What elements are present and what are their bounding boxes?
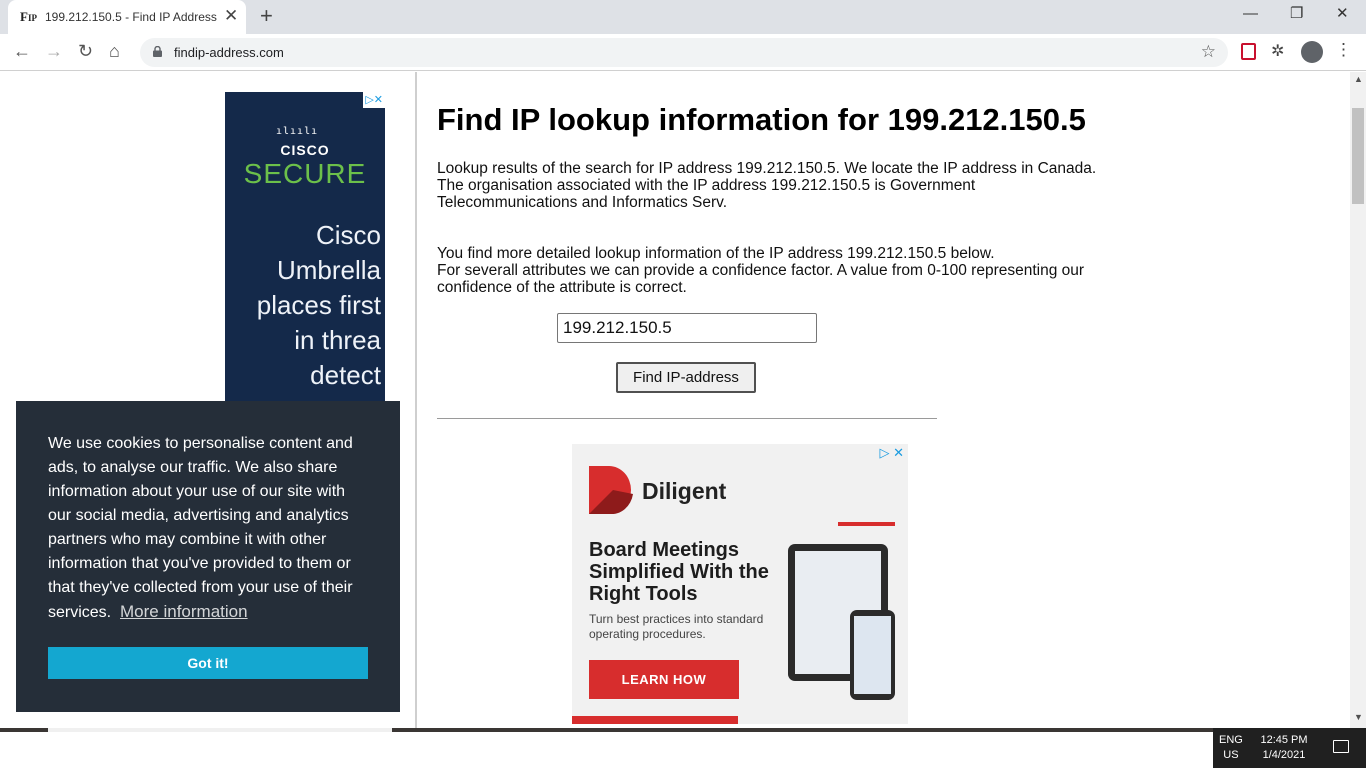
find-ip-button[interactable]: Find IP-address [616, 362, 756, 393]
horizontal-rule [437, 418, 937, 419]
input-language-indicator[interactable]: ENG US [1219, 733, 1243, 763]
cisco-ad-copy: Cisco Umbrella places first in threa det… [256, 220, 381, 390]
tab-close-icon[interactable]: ✕ [224, 7, 238, 25]
learn-how-button[interactable]: LEARN HOW [589, 660, 739, 699]
browser-menu-icon[interactable]: ⋮ [1335, 40, 1352, 60]
details-sentence: You find more detailed lookup informatio… [437, 245, 995, 262]
organisation-sentence: The organisation associated with the IP … [437, 177, 976, 211]
page-viewport: ▷✕ ılıılı CISCO SECURE Cisco Umbrella pl… [0, 72, 1350, 728]
site-favicon-icon: FIP [20, 9, 37, 24]
url-text[interactable]: findip-address.com [174, 45, 284, 60]
lookup-summary: Lookup results of the search for IP addr… [437, 160, 1117, 211]
diligent-brand: Diligent [642, 478, 727, 504]
ad-headline: Board Meetings Simplified With the Right… [589, 539, 769, 605]
browser-tab[interactable]: FIP 199.212.150.5 - Find IP Address - ✕ [8, 0, 246, 34]
taskbar [0, 728, 1213, 768]
accent-line [838, 522, 895, 526]
location-sentence: Lookup results of the search for IP addr… [437, 160, 1097, 177]
bookmark-star-icon[interactable]: ☆ [1201, 42, 1216, 62]
back-button[interactable]: ← [13, 41, 31, 61]
home-button[interactable]: ⌂ [109, 41, 120, 61]
scroll-up-arrow-icon[interactable]: ▲ [1354, 74, 1363, 84]
forward-button[interactable]: → [45, 41, 63, 61]
window-minimize-button[interactable]: — [1243, 5, 1258, 23]
clock-date: 1/4/2021 [1262, 749, 1306, 761]
address-bar[interactable]: findip-address.com ☆ [140, 38, 1228, 67]
diligent-ad-banner[interactable]: ▷ ✕ Diligent Board Meetings Simplified W… [572, 444, 908, 724]
column-divider [415, 72, 417, 728]
extension-shield-icon[interactable] [1241, 43, 1256, 60]
more-information-link[interactable]: More information [120, 602, 248, 621]
cookie-consent-banner: We use cookies to personalise content an… [16, 401, 400, 712]
tab-strip: FIP 199.212.150.5 - Find IP Address - ✕ … [0, 0, 1366, 34]
reload-button[interactable]: ↻ [78, 41, 93, 61]
phone-illustration [850, 610, 895, 700]
page-title: Find IP lookup information for 199.212.1… [437, 102, 1086, 137]
lookup-details-intro: You find more detailed lookup informatio… [437, 245, 1117, 296]
new-tab-button[interactable]: + [260, 4, 273, 28]
browser-toolbar: ← → ↻ ⌂ findip-address.com ☆ ✲ ⋮ [0, 34, 1366, 71]
ad-subhead: Turn best practices into standard operat… [589, 612, 764, 641]
cookie-message: We use cookies to personalise content an… [48, 435, 353, 621]
diligent-logo-icon [589, 466, 633, 514]
scroll-down-arrow-icon[interactable]: ▼ [1354, 712, 1363, 722]
system-tray: ENG US 12:45 PM 1/4/2021 [1213, 728, 1366, 768]
cisco-logo-word: CISCO [280, 142, 330, 158]
taskbar-highlight [48, 728, 392, 732]
cisco-secure-label: SECURE [243, 158, 367, 189]
adchoices-icon[interactable]: ▷ ✕ [879, 445, 904, 461]
profile-avatar-icon[interactable] [1301, 41, 1323, 63]
lock-icon [153, 46, 162, 57]
notification-center-icon[interactable] [1333, 740, 1349, 753]
cisco-logo-bars-icon: ılıılı [276, 126, 319, 137]
window-close-button[interactable]: ✕ [1336, 5, 1349, 23]
scrollbar-thumb[interactable] [1352, 108, 1364, 204]
system-clock[interactable]: 12:45 PM 1/4/2021 [1255, 733, 1313, 763]
adchoices-icon[interactable]: ▷✕ [363, 92, 385, 108]
confidence-sentence: For severall attributes we can provide a… [437, 262, 1085, 296]
page-scrollbar[interactable]: ▲ ▼ [1350, 72, 1366, 728]
accent-bar [572, 716, 738, 724]
cookie-accept-button[interactable]: Got it! [48, 647, 368, 679]
ip-address-input[interactable] [557, 313, 817, 343]
window-restore-button[interactable]: ❐ [1290, 5, 1303, 23]
extensions-puzzle-icon[interactable]: ✲ [1271, 41, 1284, 61]
tab-title: 199.212.150.5 - Find IP Address - [45, 10, 220, 24]
cisco-ad-banner[interactable]: ▷✕ ılıılı CISCO SECURE Cisco Umbrella pl… [225, 92, 385, 412]
clock-time: 12:45 PM [1260, 734, 1308, 746]
